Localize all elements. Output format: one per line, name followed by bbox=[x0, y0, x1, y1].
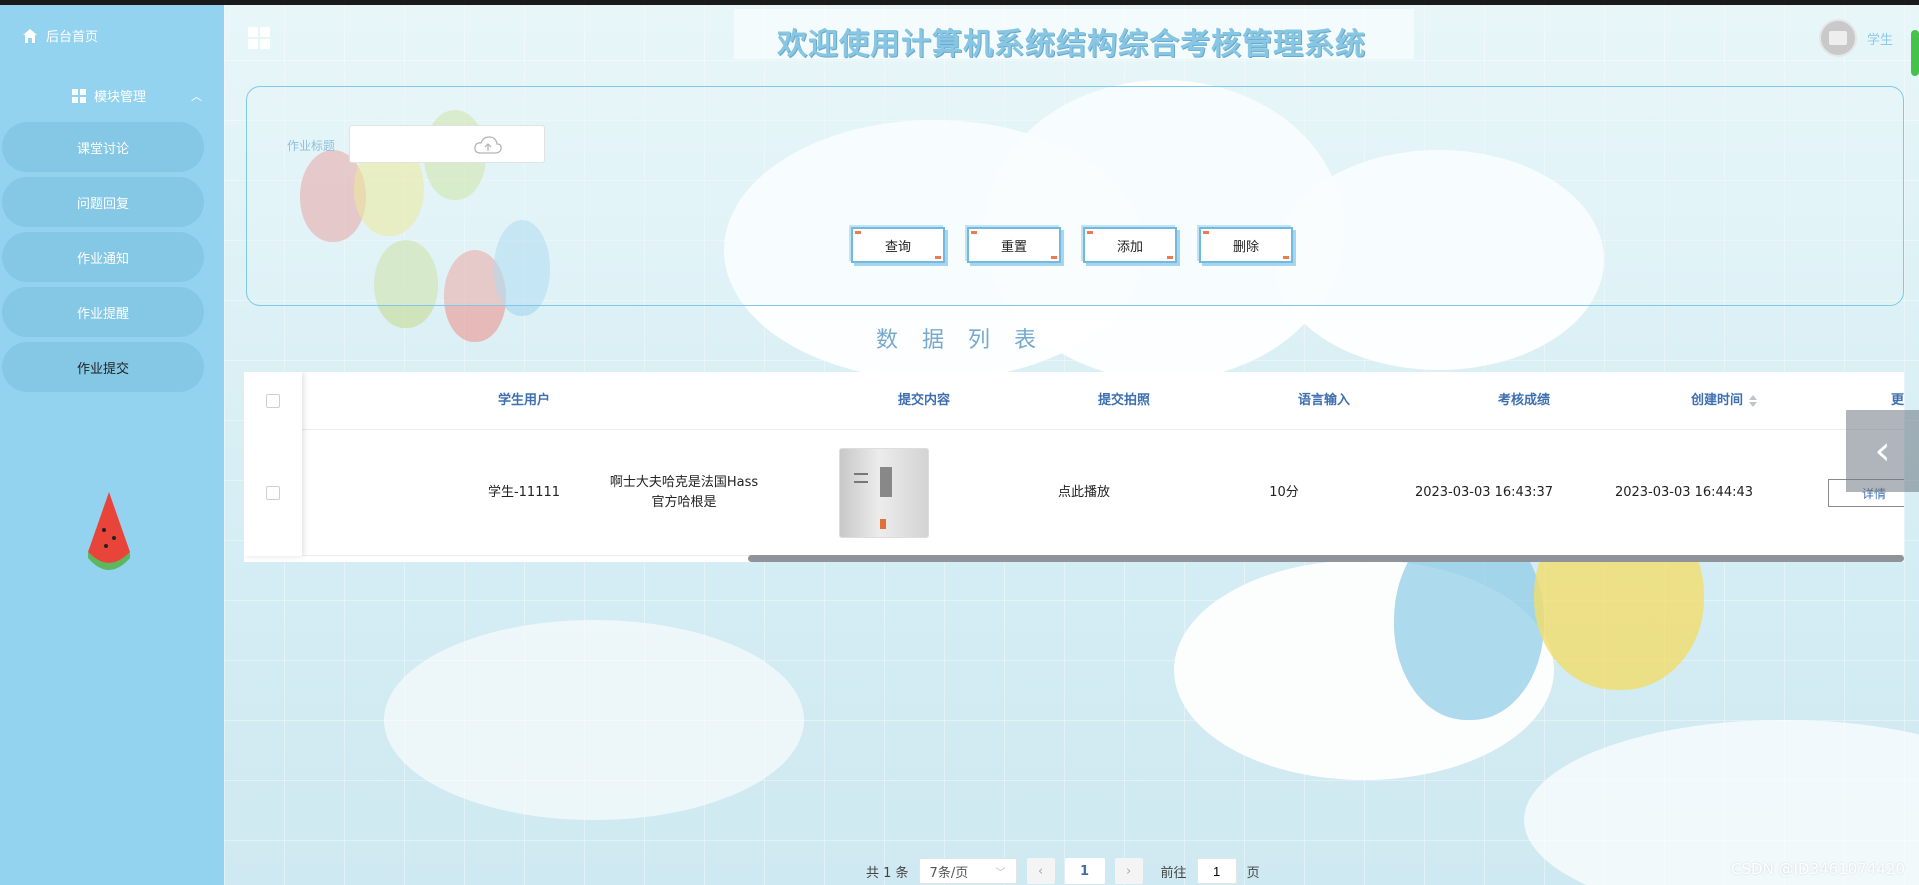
top-edge bbox=[0, 0, 1919, 5]
sidebar-item-reply[interactable]: 问题回复 bbox=[2, 177, 204, 227]
row-checkbox[interactable] bbox=[266, 486, 280, 500]
grid-icon bbox=[72, 88, 86, 103]
pagination: 共 1 条 7条/页 ﹀ ‹ 1 › 前往 页 bbox=[866, 858, 1260, 884]
user-menu[interactable]: 学生 bbox=[1818, 19, 1893, 57]
query-button[interactable]: 查询 bbox=[851, 227, 945, 263]
goto-page-input[interactable] bbox=[1196, 858, 1237, 884]
title-search-input[interactable] bbox=[349, 125, 545, 163]
page-size-value: 7条/页 bbox=[929, 865, 969, 881]
cell-voice: 点此播放 bbox=[984, 430, 1184, 556]
data-table: 名 学生用户 提交内容 提交拍照 语言输入 考核成绩 创建时间 更新时间 操作 … bbox=[244, 372, 1904, 562]
play-voice-link[interactable]: 点此播放 bbox=[1058, 483, 1110, 503]
column-header-photo: 提交拍照 bbox=[1097, 393, 1150, 408]
watermark: CSDN @ID3461074420 bbox=[1731, 860, 1905, 878]
selection-column bbox=[244, 372, 302, 556]
cell-photo bbox=[784, 430, 984, 556]
prev-page-button[interactable]: ‹ bbox=[1026, 858, 1055, 884]
table-row: 学生-11111 啊士大夫哈克是法国Hass官方哈根是 点此播放 10分 202… bbox=[244, 430, 1904, 556]
column-header-label: 更新时间 bbox=[1890, 393, 1904, 408]
sidebar-item-notice[interactable]: 作业通知 bbox=[2, 232, 204, 282]
sidebar: 后台首页 模块管理 ︿ 课堂讨论 问题回复 作业通知 作业提醒 作业提交 bbox=[0, 0, 224, 885]
page-size-select[interactable]: 7条/页 ﹀ bbox=[918, 858, 1017, 884]
sidebar-item-home[interactable]: 后台首页 bbox=[22, 26, 98, 45]
select-all-checkbox[interactable] bbox=[266, 394, 280, 408]
next-page-button[interactable]: › bbox=[1114, 858, 1143, 884]
cloud-upload-icon bbox=[474, 136, 502, 154]
data-list-title: 数据列表 bbox=[876, 328, 1061, 353]
column-header-content: 提交内容 bbox=[897, 393, 950, 408]
avatar bbox=[1818, 19, 1857, 57]
column-header-student: 学生用户 bbox=[497, 393, 550, 408]
sidebar-group-module[interactable]: 模块管理 ︿ bbox=[72, 86, 202, 105]
home-icon bbox=[23, 28, 37, 43]
page-suffix: 页 bbox=[1246, 865, 1260, 881]
image-placeholder-icon bbox=[1828, 31, 1847, 45]
action-buttons: 查询 重置 添加 删除 bbox=[851, 227, 1293, 263]
add-button[interactable]: 添加 bbox=[1083, 227, 1177, 263]
chevron-down-icon: ﹀ bbox=[995, 867, 1006, 879]
reset-button[interactable]: 重置 bbox=[967, 227, 1061, 263]
sidebar-item-discussion[interactable]: 课堂讨论 bbox=[2, 122, 204, 172]
column-header-voice: 语言输入 bbox=[1297, 393, 1350, 408]
cell-content: 啊士大夫哈克是法国Hass官方哈根是 bbox=[609, 475, 759, 510]
delete-button[interactable]: 删除 bbox=[1199, 227, 1293, 263]
sort-icon[interactable] bbox=[1749, 394, 1757, 407]
sidebar-item-label: 后台首页 bbox=[46, 30, 99, 45]
column-header-created[interactable]: 创建时间 bbox=[1624, 372, 1824, 430]
search-panel: 作业标题 查询 重置 添加 删除 bbox=[246, 86, 1904, 306]
cell-created: 2023-03-03 16:43:37 bbox=[1414, 485, 1554, 500]
cell-updated: 2023-03-03 16:44:43 bbox=[1614, 485, 1754, 500]
cloud-shape bbox=[384, 620, 804, 820]
page-number-1[interactable]: 1 bbox=[1064, 858, 1105, 884]
sidebar-item-reminder[interactable]: 作业提醒 bbox=[2, 287, 204, 337]
top-header: 欢迎使用计算机系统结构综合考核管理系统 学生 bbox=[224, 5, 1919, 65]
watermelon-decoration bbox=[88, 492, 130, 570]
table-header: 名 学生用户 提交内容 提交拍照 语言输入 考核成绩 创建时间 更新时间 操作 bbox=[244, 372, 1904, 430]
goto-label: 前往 bbox=[1160, 865, 1187, 881]
cell-score: 10分 bbox=[1269, 485, 1299, 500]
column-header-label: 创建时间 bbox=[1690, 393, 1743, 408]
total-count: 共 1 条 bbox=[866, 865, 909, 881]
table-horizontal-scrollbar[interactable] bbox=[748, 555, 1904, 562]
page-title: 欢迎使用计算机系统结构综合考核管理系统 bbox=[777, 27, 1366, 62]
column-header-score: 考核成绩 bbox=[1497, 393, 1550, 408]
sidebar-menu: 课堂讨论 问题回复 作业通知 作业提醒 作业提交 bbox=[2, 122, 204, 397]
chevron-up-icon: ︿ bbox=[191, 89, 202, 103]
sidebar-group-label: 模块管理 bbox=[94, 90, 147, 105]
search-label: 作业标题 bbox=[287, 139, 336, 153]
page-scrollbar[interactable] bbox=[1911, 30, 1919, 76]
user-name: 学生 bbox=[1866, 32, 1893, 48]
chevron-left-icon[interactable]: ‹ bbox=[1846, 410, 1919, 492]
sidebar-item-submission[interactable]: 作业提交 bbox=[2, 342, 204, 392]
submission-photo[interactable] bbox=[839, 448, 929, 538]
